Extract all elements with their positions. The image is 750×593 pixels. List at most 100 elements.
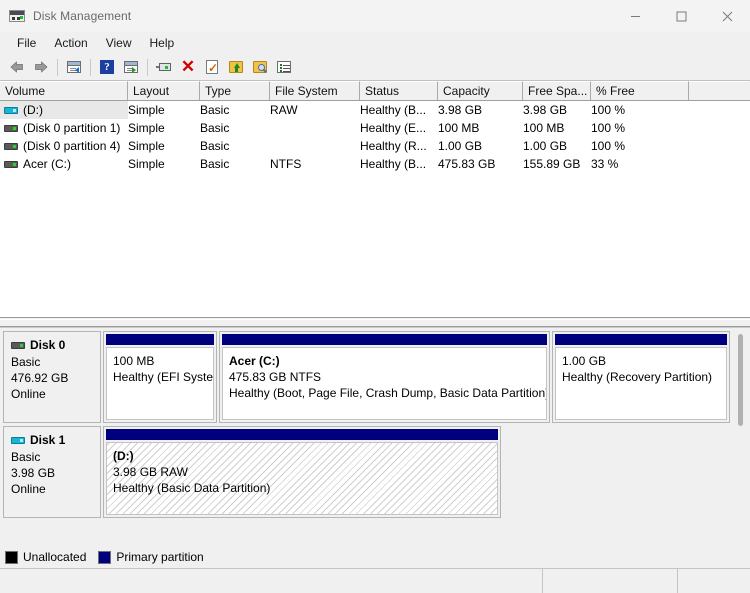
disk-status: Online: [11, 387, 46, 401]
menu-item-action[interactable]: Action: [45, 34, 96, 52]
show-properties-button[interactable]: [272, 56, 296, 78]
volume-list-header: Volume Layout Type File System Status Ca…: [0, 81, 750, 101]
partition-size: 475.83 GB NTFS: [229, 370, 322, 384]
partition-status: Healthy (Recovery Partition): [562, 370, 713, 384]
disk-type: Basic: [11, 450, 41, 464]
maximize-button[interactable]: [658, 0, 704, 32]
menu-item-file[interactable]: File: [8, 34, 45, 52]
disk-name: Disk 1: [30, 433, 66, 447]
cell-volume[interactable]: (Disk 0 partition 4): [0, 137, 128, 155]
cell-free-space: 155.89 GB: [523, 157, 581, 171]
properties-check-button[interactable]: ✓: [200, 56, 224, 78]
search-folder-button[interactable]: [248, 56, 272, 78]
volume-label: (Disk 0 partition 4): [23, 139, 121, 153]
export-list-button[interactable]: [224, 56, 248, 78]
column-header-file-system[interactable]: File System: [270, 81, 360, 100]
disk-management-window: Disk Management File Action View Help ? …: [0, 0, 750, 593]
drive-icon-cyan: [11, 436, 25, 445]
legend-swatch-primary-partition: [98, 550, 112, 564]
partition-status: Healthy (Boot, Page File, Crash Dump, Ba…: [229, 386, 547, 400]
table-row[interactable]: (Disk 0 partition 1) Simple Basic Health…: [0, 119, 750, 137]
disk-partitions-0: 100 MB Healthy (EFI System Acer (C:) 475…: [101, 331, 750, 423]
close-button[interactable]: [704, 0, 750, 32]
partition-size: 3.98 GB RAW: [113, 465, 188, 479]
delete-button[interactable]: ✕: [176, 56, 200, 78]
up-one-level-button[interactable]: [62, 56, 86, 78]
volume-label: Acer (C:): [23, 157, 71, 171]
red-x-icon: ✕: [180, 57, 196, 76]
help-button[interactable]: ?: [95, 56, 119, 78]
legend: Unallocated Primary partition: [0, 546, 750, 568]
panel-splitter[interactable]: [0, 317, 750, 327]
minimize-button[interactable]: [612, 0, 658, 32]
drive-icon: [4, 124, 18, 133]
status-segment-1: [0, 569, 543, 593]
status-bar: [0, 568, 750, 593]
partition-block[interactable]: 100 MB Healthy (EFI System: [103, 331, 217, 423]
properties-list-icon: [276, 59, 292, 75]
partition-size: 1.00 GB: [562, 354, 607, 368]
menu-item-help[interactable]: Help: [141, 34, 184, 52]
drive-icon-cyan: [4, 106, 18, 115]
disk-partitions-1: (D:) 3.98 GB RAW Healthy (Basic Data Par…: [101, 426, 750, 518]
menu-bar: File Action View Help: [0, 32, 750, 54]
partition-color-bar: [555, 334, 727, 345]
cell-type: Basic: [200, 139, 230, 153]
cell-layout: Simple: [128, 103, 165, 117]
partition-block[interactable]: Acer (C:) 475.83 GB NTFS Healthy (Boot, …: [219, 331, 550, 423]
cell-layout: Simple: [128, 157, 165, 171]
column-header-capacity[interactable]: Capacity: [438, 81, 523, 100]
status-segment-2: [543, 569, 678, 593]
partition-details: Acer (C:) 475.83 GB NTFS Healthy (Boot, …: [222, 347, 547, 420]
partition-block[interactable]: 1.00 GB Healthy (Recovery Partition): [552, 331, 730, 423]
forward-button[interactable]: [29, 56, 53, 78]
back-arrow-icon: [9, 59, 25, 75]
cell-volume[interactable]: (D:): [0, 101, 128, 119]
partition-details: (D:) 3.98 GB RAW Healthy (Basic Data Par…: [106, 442, 498, 515]
legend-item-primary-partition: Primary partition: [98, 550, 204, 564]
partition-name: Acer (C:): [229, 354, 280, 368]
table-row[interactable]: (D:) Simple Basic RAW Healthy (B... 3.98…: [0, 101, 750, 119]
title-bar: Disk Management: [0, 0, 750, 32]
column-header-volume[interactable]: Volume: [0, 81, 128, 100]
partition-details: 100 MB Healthy (EFI System: [106, 347, 214, 420]
cell-volume[interactable]: (Disk 0 partition 1): [0, 119, 128, 137]
disk-name: Disk 0: [30, 338, 66, 352]
partition-color-bar: [222, 334, 547, 345]
disk-row-1[interactable]: Disk 1 Basic 3.98 GB Online (D:) 3.98 GB…: [3, 426, 750, 518]
disk-status: Online: [11, 482, 46, 496]
cell-file-system: NTFS: [270, 157, 302, 171]
partition-status: Healthy (EFI System: [113, 370, 214, 384]
column-header-filler[interactable]: [689, 81, 749, 100]
disk-info-0: Disk 0 Basic 476.92 GB Online: [3, 331, 101, 423]
graphical-view-scrollbar[interactable]: [735, 332, 747, 522]
column-header-layout[interactable]: Layout: [128, 81, 200, 100]
cell-volume[interactable]: Acer (C:): [0, 155, 128, 173]
column-header-percent-free[interactable]: % Free: [591, 81, 689, 100]
window-play-icon: [123, 59, 139, 75]
rescan-disks-button[interactable]: [152, 56, 176, 78]
volume-label: (Disk 0 partition 1): [23, 121, 121, 135]
back-button[interactable]: [5, 56, 29, 78]
table-row[interactable]: (Disk 0 partition 4) Simple Basic Health…: [0, 137, 750, 155]
partition-block[interactable]: (D:) 3.98 GB RAW Healthy (Basic Data Par…: [103, 426, 501, 518]
table-row[interactable]: Acer (C:) Simple Basic NTFS Healthy (B..…: [0, 155, 750, 173]
show-action-pane-button[interactable]: [119, 56, 143, 78]
partition-size: 100 MB: [113, 354, 155, 368]
column-header-status[interactable]: Status: [360, 81, 438, 100]
column-header-free-space[interactable]: Free Spa...: [523, 81, 591, 100]
volume-list-body: (D:) Simple Basic RAW Healthy (B... 3.98…: [0, 101, 750, 317]
cell-free-space: 100 MB: [523, 121, 565, 135]
menu-item-view[interactable]: View: [97, 34, 141, 52]
scrollbar-thumb[interactable]: [738, 334, 743, 426]
disk-size: 476.92 GB: [11, 371, 69, 385]
cell-status: Healthy (R...: [360, 139, 427, 153]
window-title: Disk Management: [33, 9, 132, 23]
disk-row-0[interactable]: Disk 0 Basic 476.92 GB Online 100 MB Hea…: [3, 331, 750, 423]
drive-icon: [4, 160, 18, 169]
cell-free-space: 3.98 GB: [523, 103, 568, 117]
toolbar-separator: [90, 58, 91, 76]
column-header-type[interactable]: Type: [200, 81, 270, 100]
cell-percent-free: 100 %: [591, 121, 626, 135]
cell-status: Healthy (B...: [360, 157, 427, 171]
